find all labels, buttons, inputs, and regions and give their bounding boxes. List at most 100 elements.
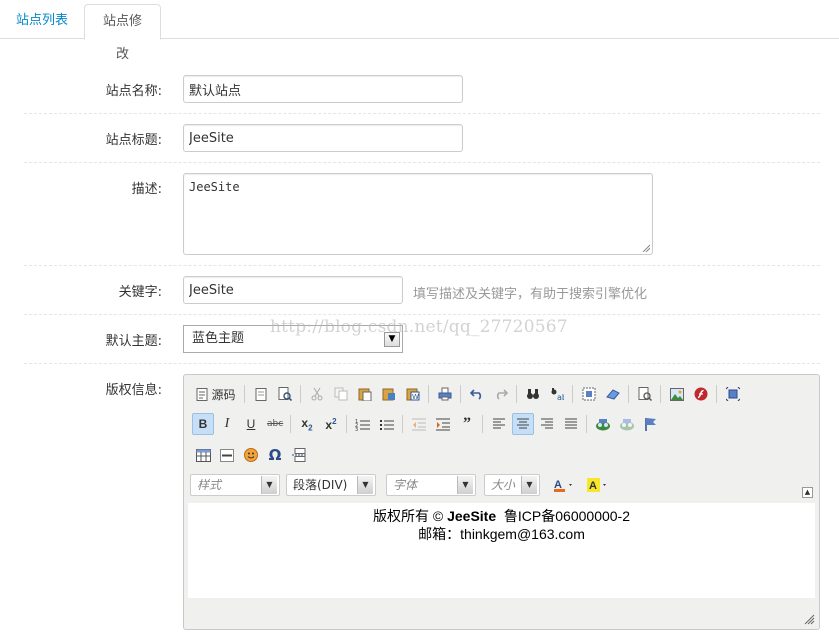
text-color-icon: A xyxy=(554,479,572,492)
style-combo[interactable]: 样式 ▼ xyxy=(190,474,280,496)
editor-toolbar-row-4: 样式 ▼ 段落(DIV) ▼ 字体 ▼ 大小 ▼ A A xyxy=(190,474,810,500)
print-button[interactable] xyxy=(434,383,456,405)
bold-icon: B xyxy=(198,417,208,431)
unlink-icon xyxy=(620,419,634,431)
align-right-button[interactable] xyxy=(536,413,558,435)
anchor-button[interactable] xyxy=(640,413,662,435)
outdent-icon xyxy=(412,418,426,430)
underline-icon: U xyxy=(246,417,256,431)
new-page-button[interactable] xyxy=(250,383,272,405)
italic-button[interactable]: I xyxy=(216,413,238,435)
chevron-down-icon[interactable]: ▼ xyxy=(384,332,400,347)
copy-button[interactable] xyxy=(330,383,352,405)
undo-icon xyxy=(470,389,482,400)
toolbar-separator xyxy=(628,385,629,403)
align-center-icon xyxy=(517,418,529,429)
toolbar-separator xyxy=(716,385,717,403)
eraser-icon xyxy=(606,389,620,400)
keywords-help-text: 填写描述及关键字，有助于搜索引擎优化 xyxy=(413,287,648,302)
resize-grip-icon[interactable] xyxy=(804,614,815,625)
replace-button[interactable]: ab xyxy=(546,383,568,405)
bg-color-button[interactable]: A xyxy=(584,474,614,496)
font-combo[interactable]: 字体 ▼ xyxy=(386,474,476,496)
redo-button[interactable] xyxy=(490,383,512,405)
site-title-input[interactable] xyxy=(183,124,463,152)
page-break-icon xyxy=(292,448,306,462)
chevron-down-icon[interactable]: ▼ xyxy=(261,476,277,494)
editor-toolbar-row-1: 源码 W a xyxy=(190,383,810,409)
row-divider xyxy=(24,363,820,364)
select-all-icon xyxy=(582,387,596,401)
rich-text-editor: 源码 W a B I U abc x2 x2 1 2 3 ” Ω 样式 ▼ 段落… xyxy=(183,374,820,630)
copyright-label: 版权信息: xyxy=(105,383,162,398)
svg-text:W: W xyxy=(412,393,419,401)
unlink-button[interactable] xyxy=(616,413,638,435)
toolbar-separator xyxy=(402,415,403,433)
maximize-button[interactable] xyxy=(722,383,744,405)
keywords-label: 关键字: xyxy=(118,285,162,300)
resize-grip-icon[interactable] xyxy=(642,244,650,252)
strikethrough-icon: abc xyxy=(267,419,284,429)
tab-site-list[interactable]: 站点列表 xyxy=(4,4,80,39)
blockquote-button[interactable]: ” xyxy=(456,413,478,435)
document-icon xyxy=(196,387,208,401)
align-center-button[interactable] xyxy=(512,413,534,435)
align-left-button[interactable] xyxy=(488,413,510,435)
theme-select[interactable]: 蓝色主题 ▼ xyxy=(183,325,403,353)
redo-icon xyxy=(496,389,508,400)
chevron-down-icon[interactable]: ▼ xyxy=(521,476,537,494)
paste-word-icon: W xyxy=(406,388,420,401)
find-button[interactable] xyxy=(522,383,544,405)
theme-label: 默认主题: xyxy=(105,334,162,349)
description-textarea[interactable]: JeeSite xyxy=(183,173,653,255)
style-combo-placeholder: 样式 xyxy=(197,478,222,492)
text-color-button[interactable]: A xyxy=(550,474,580,496)
indent-icon xyxy=(436,418,450,430)
spell-check-button[interactable] xyxy=(634,383,656,405)
chevron-down-icon[interactable]: ▼ xyxy=(457,476,473,494)
image-button[interactable] xyxy=(666,383,688,405)
select-all-button[interactable] xyxy=(578,383,600,405)
strikethrough-button[interactable]: abc xyxy=(264,413,286,435)
paste-text-button[interactable] xyxy=(378,383,400,405)
font-combo-placeholder: 字体 xyxy=(393,478,418,492)
keywords-input[interactable] xyxy=(183,276,403,304)
format-combo[interactable]: 段落(DIV) ▼ xyxy=(286,474,376,496)
justify-button[interactable] xyxy=(560,413,582,435)
horizontal-rule-button[interactable] xyxy=(216,444,238,466)
outdent-button[interactable] xyxy=(408,413,430,435)
paste-text-icon xyxy=(382,388,395,401)
flash-button[interactable] xyxy=(690,383,712,405)
paste-word-button[interactable]: W xyxy=(402,383,424,405)
collapse-toolbar-button[interactable]: ▲ xyxy=(802,487,813,498)
source-button[interactable]: 源码 xyxy=(192,383,240,405)
chevron-down-icon[interactable]: ▼ xyxy=(357,476,373,494)
description-text: JeeSite xyxy=(189,180,240,194)
undo-button[interactable] xyxy=(466,383,488,405)
align-left-icon xyxy=(493,418,505,429)
numbered-list-button[interactable]: 123 xyxy=(352,413,374,435)
indent-button[interactable] xyxy=(432,413,454,435)
table-button[interactable] xyxy=(192,444,214,466)
cut-button[interactable] xyxy=(306,383,328,405)
editor-content-area[interactable]: 版权所有 © JeeSite 鲁ICP备06000000-2 邮箱：thinkg… xyxy=(188,503,815,598)
tab-bar: 站点列表 站点修改 xyxy=(0,0,839,62)
omega-icon: Ω xyxy=(268,446,282,464)
toolbar-separator xyxy=(428,385,429,403)
site-name-input[interactable] xyxy=(183,75,463,103)
paste-button[interactable] xyxy=(354,383,376,405)
toolbar-separator xyxy=(460,385,461,403)
link-button[interactable] xyxy=(592,413,614,435)
remove-format-button[interactable] xyxy=(602,383,624,405)
underline-button[interactable]: U xyxy=(240,413,262,435)
tab-site-edit[interactable]: 站点修改 xyxy=(84,4,161,62)
page-break-button[interactable] xyxy=(288,444,310,466)
superscript-button[interactable]: x2 xyxy=(320,413,342,435)
emoticon-button[interactable] xyxy=(240,444,262,466)
subscript-button[interactable]: x2 xyxy=(296,413,318,435)
bold-button[interactable]: B xyxy=(192,413,214,435)
size-combo[interactable]: 大小 ▼ xyxy=(484,474,540,496)
special-char-button[interactable]: Ω xyxy=(264,444,286,466)
bulleted-list-button[interactable] xyxy=(376,413,398,435)
preview-button[interactable] xyxy=(274,383,296,405)
